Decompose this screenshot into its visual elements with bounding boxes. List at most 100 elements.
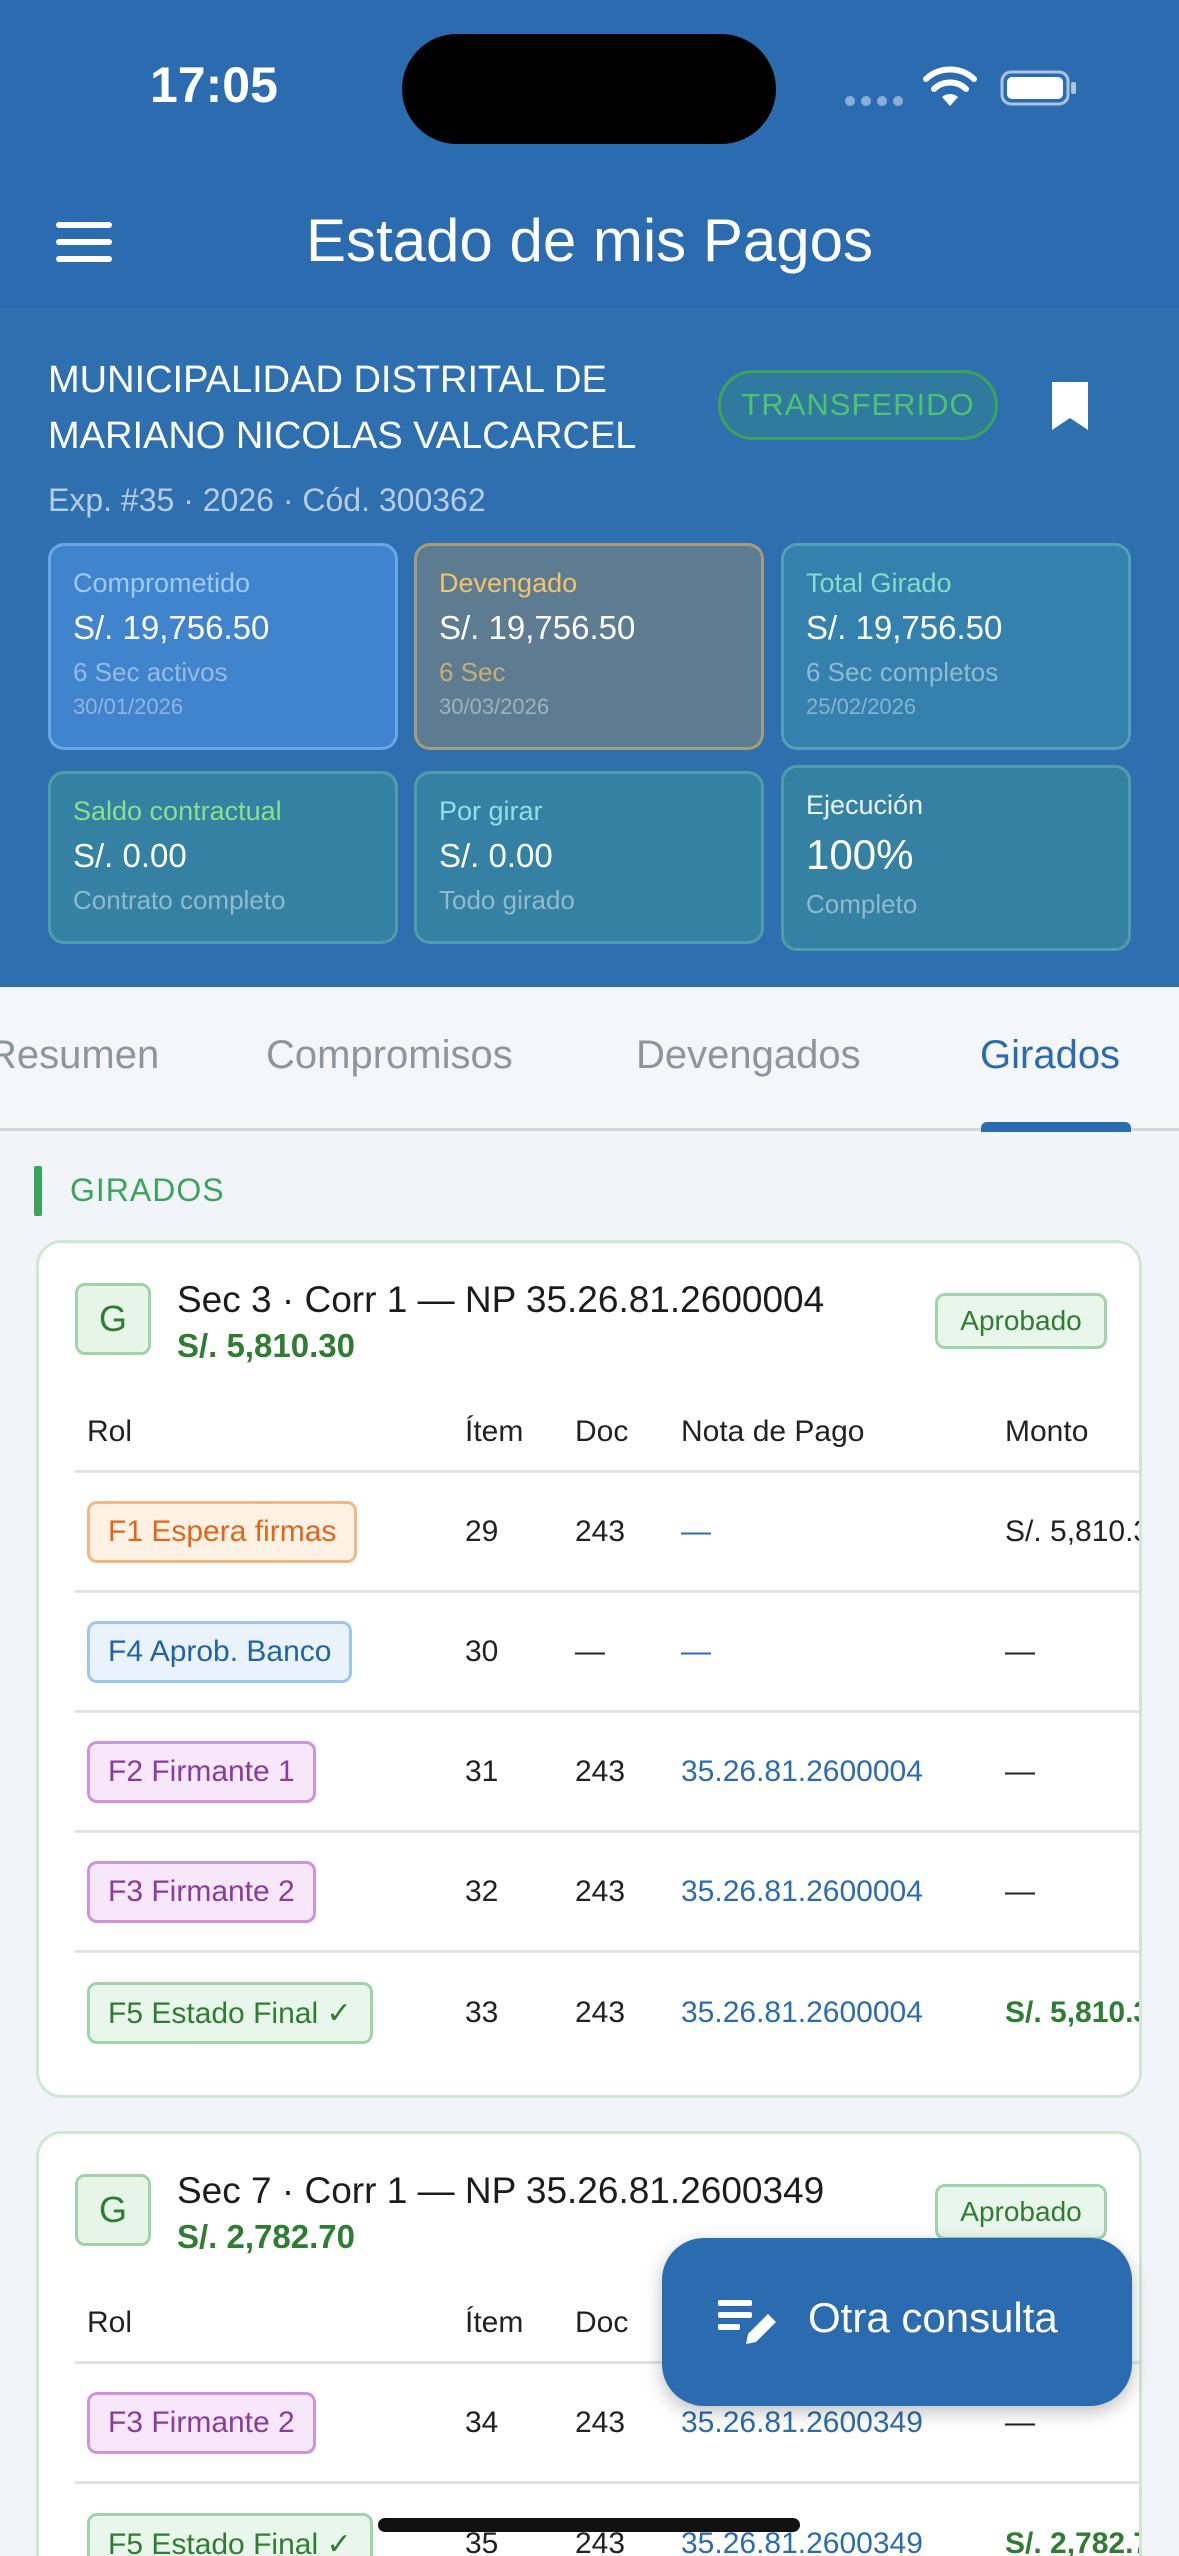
rol-cell: F4 Aprob. Banco bbox=[87, 1593, 353, 1710]
role-badge: F5 Estado Final ✓ bbox=[87, 2513, 373, 2556]
edit-note-icon bbox=[718, 2300, 776, 2344]
card-label: Comprometido bbox=[73, 568, 251, 598]
role-badge: F3 Firmante 2 bbox=[87, 2391, 316, 2454]
doc-cell: 243 bbox=[575, 2405, 626, 2439]
table-row: F4 Aprob. Banco 30 — — — bbox=[75, 1593, 1139, 1713]
role-badge: F3 Firmante 2 bbox=[87, 1860, 316, 1923]
cellular-signal-icon bbox=[845, 96, 905, 106]
doc-cell: — bbox=[575, 1634, 605, 1668]
girado-state-badge: Aprobado bbox=[935, 1293, 1107, 1349]
rol-cell: F3 Firmante 2 bbox=[87, 1833, 316, 1950]
monto-cell: — bbox=[1005, 1874, 1035, 1908]
rol-cell: F5 Estado Final ✓ bbox=[87, 1953, 373, 2073]
table-header-row: Rol Ítem Doc Nota de Pago Monto bbox=[75, 1393, 1139, 1473]
doc-cell: 243 bbox=[575, 1514, 626, 1548]
doc-cell: 243 bbox=[575, 1754, 626, 1788]
item-cell: 29 bbox=[465, 1514, 499, 1548]
card-devengado: Devengado S/. 19,756.50 6 Sec 30/03/2026 bbox=[414, 543, 764, 750]
card-ejecucion: Ejecución 100% Completo bbox=[781, 765, 1131, 951]
card-date: 25/02/2026 bbox=[806, 694, 917, 719]
item-cell: 32 bbox=[465, 1874, 499, 1908]
girado-type-badge: G bbox=[75, 2174, 151, 2246]
header-doc: Doc bbox=[575, 1414, 629, 1448]
card-sub: Completo bbox=[806, 889, 918, 919]
status-badge: TRANSFERIDO bbox=[718, 370, 998, 440]
role-badge: F4 Aprob. Banco bbox=[87, 1620, 353, 1683]
girado-title: Sec 3 · Corr 1 — NP 35.26.81.2600004 bbox=[177, 1279, 825, 1320]
card-value: S/. 0.00 bbox=[73, 837, 187, 874]
nota-pago-link[interactable]: 35.26.81.2600004 bbox=[681, 1953, 923, 2073]
card-value: S/. 19,756.50 bbox=[806, 609, 1003, 646]
table-row: F2 Firmante 1 31 243 35.26.81.2600004 — bbox=[75, 1713, 1139, 1833]
card-sub: Todo girado bbox=[439, 885, 575, 915]
header-item: Ítem bbox=[465, 1414, 524, 1448]
monto-cell: — bbox=[1005, 1634, 1035, 1668]
nota-cell: — bbox=[681, 1514, 711, 1548]
table-row: F5 Estado Final ✓ 33 243 35.26.81.260000… bbox=[75, 1953, 1139, 2073]
item-cell: 31 bbox=[465, 1754, 499, 1788]
section-accent bbox=[34, 1166, 42, 1216]
card-comprometido: Comprometido S/. 19,756.50 6 Sec activos… bbox=[48, 543, 398, 750]
entity-name: MUNICIPALIDAD DISTRITAL DE MARIANO NICOL… bbox=[48, 359, 637, 457]
card-value: S/. 19,756.50 bbox=[439, 609, 636, 646]
doc-cell: 243 bbox=[575, 1996, 626, 2029]
home-indicator bbox=[378, 2518, 800, 2532]
nota-pago-link[interactable]: 35.26.81.2600004 bbox=[681, 1713, 923, 1830]
girado-title: Sec 7 · Corr 1 — NP 35.26.81.2600349 bbox=[177, 2170, 825, 2211]
monto-cell: S/. 5,810.30 bbox=[1005, 1996, 1139, 2029]
girado-state-badge: Aprobado bbox=[935, 2184, 1107, 2240]
nota-cell: — bbox=[681, 1634, 711, 1668]
card-date: 30/03/2026 bbox=[439, 694, 550, 719]
card-label: Total Girado bbox=[806, 568, 952, 598]
monto-cell: S/. 2,782.70 bbox=[1005, 2527, 1139, 2556]
rol-cell: F5 Estado Final ✓ bbox=[87, 2484, 373, 2556]
battery-icon bbox=[1000, 70, 1076, 106]
item-cell: 34 bbox=[465, 2405, 499, 2439]
card-por-girar: Por girar S/. 0.00 Todo girado bbox=[414, 771, 764, 944]
card-value: S/. 19,756.50 bbox=[73, 609, 270, 646]
rol-cell: F2 Firmante 1 bbox=[87, 1713, 316, 1830]
dynamic-island bbox=[402, 34, 776, 144]
page-title: Estado de mis Pagos bbox=[306, 207, 873, 274]
tab-girados[interactable]: Girados bbox=[980, 1033, 1120, 1078]
table-row: F3 Firmante 2 32 243 35.26.81.2600004 — bbox=[75, 1833, 1139, 1953]
header-monto: Monto bbox=[1005, 1414, 1089, 1448]
card-saldo-contractual: Saldo contractual S/. 0.00 Contrato comp… bbox=[48, 771, 398, 944]
role-badge: F1 Espera firmas bbox=[87, 1500, 358, 1563]
tab-devengados[interactable]: Devengados bbox=[636, 1033, 861, 1078]
card-value: S/. 0.00 bbox=[439, 837, 553, 874]
girado-amount: S/. 2,782.70 bbox=[177, 2218, 355, 2255]
role-badge: F2 Firmante 1 bbox=[87, 1740, 316, 1803]
card-label: Ejecución bbox=[806, 790, 924, 820]
card-date: 30/01/2026 bbox=[73, 694, 184, 719]
wifi-icon bbox=[923, 66, 977, 106]
item-cell: 30 bbox=[465, 1634, 499, 1668]
header-item: Ítem bbox=[465, 2305, 524, 2339]
card-sub: 6 Sec completos bbox=[806, 657, 999, 687]
header-nota: Nota de Pago bbox=[681, 1414, 865, 1448]
tab-compromisos[interactable]: Compromisos bbox=[266, 1033, 513, 1078]
tab-bar: Resumen Compromisos Devengados Girados bbox=[0, 987, 1179, 1131]
card-label: Devengado bbox=[439, 568, 578, 598]
card-sub: Contrato completo bbox=[73, 885, 286, 915]
app-bar: 17:05 Estado de mis Pagos bbox=[0, 0, 1179, 308]
section-title: GIRADOS bbox=[70, 1172, 225, 1208]
doc-cell: 243 bbox=[575, 1874, 626, 1908]
rol-cell: F1 Espera firmas bbox=[87, 1473, 358, 1590]
expediente-info: Exp. #35 · 2026 · Cód. 300362 bbox=[48, 482, 486, 518]
card-sub: 6 Sec bbox=[439, 657, 506, 687]
girado-type-badge: G bbox=[75, 1283, 151, 1355]
card-label: Saldo contractual bbox=[73, 796, 282, 826]
header-rol: Rol bbox=[87, 1414, 133, 1448]
card-total-girado: Total Girado S/. 19,756.50 6 Sec complet… bbox=[781, 543, 1131, 750]
tab-resumen[interactable]: Resumen bbox=[0, 1033, 159, 1078]
otra-consulta-button[interactable]: Otra consulta bbox=[662, 2238, 1132, 2406]
monto-cell: S/. 5,810.30 bbox=[1005, 1514, 1139, 1548]
nota-pago-link[interactable]: 35.26.81.2600004 bbox=[681, 1833, 923, 1950]
monto-cell: — bbox=[1005, 1754, 1035, 1788]
bookmark-icon[interactable] bbox=[1050, 380, 1090, 432]
girado-table: Rol Ítem Doc Nota de Pago Monto F1 Esper… bbox=[75, 1393, 1139, 2073]
girado-card: G Sec 3 · Corr 1 — NP 35.26.81.2600004 S… bbox=[36, 1240, 1142, 2098]
role-badge: F5 Estado Final ✓ bbox=[87, 1982, 373, 2044]
header-rol: Rol bbox=[87, 2305, 133, 2339]
